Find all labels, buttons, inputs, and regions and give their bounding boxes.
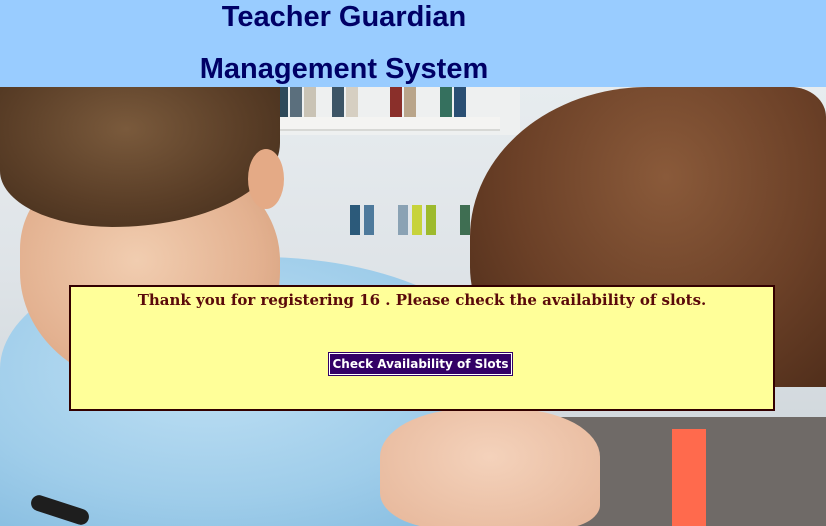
book bbox=[304, 87, 316, 119]
confirmation-message: Thank you for registering 16 . Please ch… bbox=[137, 291, 707, 309]
book bbox=[332, 87, 344, 119]
book bbox=[346, 87, 358, 119]
page-header: Teacher Guardian Management System bbox=[0, 0, 826, 87]
girl-strap bbox=[672, 429, 706, 526]
page-title-line-1: Teacher Guardian bbox=[221, 1, 467, 33]
page-title-line-2: Management System bbox=[199, 52, 489, 85]
book bbox=[364, 205, 374, 235]
girl-arm bbox=[380, 409, 600, 526]
book bbox=[390, 87, 402, 119]
book bbox=[460, 205, 470, 235]
book bbox=[398, 205, 408, 235]
book bbox=[404, 87, 416, 119]
page: Teacher Guardian Management System Thank… bbox=[0, 0, 826, 526]
book bbox=[426, 205, 436, 235]
boy-ear bbox=[248, 149, 284, 209]
book bbox=[350, 205, 360, 235]
book bbox=[290, 87, 302, 119]
book bbox=[454, 87, 466, 119]
page-title: Teacher Guardian Management System bbox=[144, 0, 544, 86]
book bbox=[412, 205, 422, 235]
book bbox=[440, 87, 452, 119]
registration-confirmation-panel: Thank you for registering 16 . Please ch… bbox=[69, 285, 775, 411]
check-availability-button[interactable]: Check Availability of Slots bbox=[328, 352, 513, 376]
